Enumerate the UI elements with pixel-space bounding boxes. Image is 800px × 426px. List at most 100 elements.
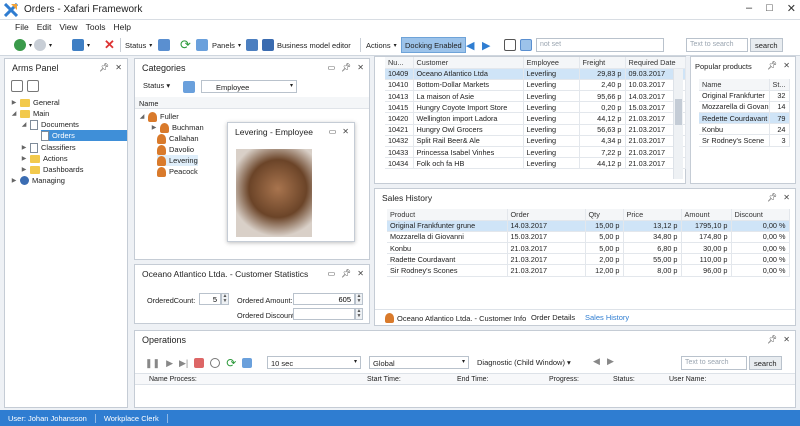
copy-button[interactable] xyxy=(504,37,516,53)
table-row[interactable]: Konbu 21.03.2017 5,00 p 6,80 p 30,00 p 0,00 % xyxy=(387,242,790,255)
window-icon[interactable]: ▭ xyxy=(328,63,336,72)
tab-customer-info[interactable]: Oceano Atlantico Ltda. - Customer Info xyxy=(385,313,526,323)
stop-icon[interactable] xyxy=(194,358,205,368)
next-button[interactable]: ▶ xyxy=(607,356,614,367)
window-icon[interactable]: ▭ xyxy=(329,127,337,136)
close-icon[interactable]: ✕ xyxy=(783,193,790,202)
layout-button[interactable] xyxy=(246,37,258,53)
pin-icon[interactable]: 📌︎ xyxy=(767,61,777,70)
pause-icon[interactable]: ❚❚ xyxy=(145,358,160,369)
column-header[interactable]: Price xyxy=(623,209,682,221)
column-header[interactable]: Discount xyxy=(731,209,790,221)
window-icon[interactable]: ▭ xyxy=(328,269,336,278)
table-row[interactable]: Sir Rodney's Scones 21.03.2017 12,00 p 8,00… xyxy=(387,264,790,277)
new-window-icon[interactable] xyxy=(183,81,195,93)
menu-help[interactable]: Help xyxy=(113,22,130,32)
tab-order-details[interactable]: Order Details xyxy=(531,313,575,322)
column-header[interactable]: User Name: xyxy=(669,376,706,383)
operations-search-button[interactable]: search xyxy=(749,356,782,370)
pin-icon[interactable]: 📌︎ xyxy=(767,193,777,202)
column-header[interactable]: Name Process: xyxy=(149,376,197,383)
column-header[interactable]: Required Date xyxy=(625,57,686,69)
table-row[interactable]: Original Frankfunter grune 14.03.2017 15,0… xyxy=(387,220,790,232)
menu-file[interactable]: File xyxy=(15,22,29,32)
column-header[interactable]: Start Time: xyxy=(367,376,401,383)
forward-button[interactable]: ▾ xyxy=(34,37,52,53)
minimize-button[interactable]: – xyxy=(746,2,752,15)
column-header[interactable]: Amount xyxy=(681,209,732,221)
table-row[interactable]: 10433 Princessa Isabel Vinhes Leverling 7,2… xyxy=(385,146,686,159)
table-row[interactable]: 10413 La maison of Asie Leverling 95,66 p 14… xyxy=(385,90,686,103)
prev-button[interactable]: ◀ xyxy=(466,37,474,53)
table-row[interactable]: 10415 Hungry Coyote Import Store Leverling… xyxy=(385,101,686,114)
tree-item-employee-selected[interactable]: Levering xyxy=(157,155,198,166)
column-header[interactable]: Order xyxy=(507,209,586,221)
tree-item-managing[interactable]: ▶ Managing xyxy=(11,175,65,186)
column-header[interactable]: St... xyxy=(769,79,790,91)
table-row[interactable]: 10410 Bottom-Dollar Markets Leverling 2,40 … xyxy=(385,79,686,92)
close-icon[interactable]: ✕ xyxy=(357,269,364,278)
panels-dropdown[interactable]: Panels ▾ xyxy=(212,37,241,53)
tree-item-actions[interactable]: ▶ Actions xyxy=(21,153,68,164)
save-button[interactable]: ▾ xyxy=(72,37,90,53)
business-model-editor-button[interactable]: Business model editor xyxy=(262,37,351,53)
pin-icon[interactable]: 📌︎ xyxy=(767,335,777,344)
toolbar-search-button[interactable]: search xyxy=(750,37,783,53)
step-icon[interactable]: ▶| xyxy=(179,358,188,369)
close-icon[interactable]: ✕ xyxy=(115,63,122,72)
diagnostic-dropdown[interactable]: Diagnostic (Child Window) ▾ xyxy=(477,358,571,367)
tree-item-documents[interactable]: ◢ Documents xyxy=(21,119,79,130)
play-icon[interactable]: ▶ xyxy=(166,358,173,369)
ordered-count-spinner[interactable]: ▲ ▼ xyxy=(221,293,229,305)
tree-item-employee[interactable]: Callahan xyxy=(157,133,199,144)
table-row[interactable]: Mozzarella di Govani 14 xyxy=(699,101,790,114)
menu-view[interactable]: View xyxy=(59,22,77,32)
close-window-button[interactable]: ✕ xyxy=(787,2,796,15)
tree-item-dashboards[interactable]: ▶ Dashboards xyxy=(21,164,84,175)
prev-button[interactable]: ◀ xyxy=(593,356,600,367)
column-header[interactable]: Product xyxy=(387,209,508,221)
column-header[interactable]: Nu... xyxy=(385,57,414,69)
menu-tools[interactable]: Tools xyxy=(86,22,106,32)
new-window-icon[interactable] xyxy=(242,358,253,368)
column-header[interactable]: Qty xyxy=(585,209,624,221)
table-row[interactable]: 10421 Hungry Owl Grocers Leverling 56,63 p2… xyxy=(385,124,686,136)
tree-item-employee[interactable]: ▶ Buchman xyxy=(151,122,204,133)
pin-icon[interactable]: 📌︎ xyxy=(99,63,109,72)
categories-column-header[interactable]: Name xyxy=(135,97,369,109)
new-window-button[interactable] xyxy=(196,37,208,53)
refresh-icon[interactable]: ⟳ xyxy=(226,356,236,370)
clock-icon[interactable] xyxy=(210,358,221,368)
menu-edit[interactable]: Edit xyxy=(37,22,52,32)
column-header[interactable]: Employee xyxy=(523,57,580,69)
delete-button[interactable]: ✕ xyxy=(104,37,115,53)
operations-search-input[interactable]: Text to search xyxy=(681,356,747,370)
ordered-amount-field[interactable] xyxy=(293,293,355,305)
tree-item-main[interactable]: ◢ Main xyxy=(11,108,50,119)
ordered-discount-spinner[interactable]: ▲ ▼ xyxy=(355,308,363,320)
close-icon[interactable]: ✕ xyxy=(342,127,349,136)
column-header[interactable]: Customer xyxy=(413,57,524,69)
table-row[interactable]: 10409 Oceano Atlantico Ltda Leverling 29,83… xyxy=(385,68,686,80)
ordered-amount-spinner[interactable]: ▲ ▼ xyxy=(355,293,363,305)
refresh-button[interactable]: ⟳ xyxy=(180,37,191,53)
table-row[interactable]: Radette Courdavant 21.03.2017 2,00 p 55,00 … xyxy=(387,253,790,266)
category-type-select[interactable]: Employee ▾ xyxy=(201,80,297,93)
close-icon[interactable]: ✕ xyxy=(783,61,790,70)
pin-icon[interactable]: 📌︎ xyxy=(341,269,351,278)
tree-item-general[interactable]: ▶ General xyxy=(11,97,60,108)
tree-item-employee[interactable]: Davolio xyxy=(157,144,194,155)
table-row[interactable]: Original Frankfurter 32 xyxy=(699,90,790,102)
collapse-all-icon[interactable] xyxy=(27,80,39,92)
calendar-button[interactable] xyxy=(158,37,170,53)
actions-dropdown[interactable]: Actions ▾ xyxy=(366,37,397,53)
list-view-button[interactable] xyxy=(520,37,532,53)
ordered-discount-field[interactable] xyxy=(293,308,355,320)
categories-status-dropdown[interactable]: Status ▾ xyxy=(143,81,170,90)
tree-item-fuller[interactable]: ◢ Fuller xyxy=(139,111,179,122)
orders-scrollbar[interactable] xyxy=(673,69,683,179)
table-row[interactable]: 10434 Folk och fa HB Leverling 44,12 p 21.03… xyxy=(385,157,686,170)
toolbar-search-input[interactable]: Text to search xyxy=(686,37,748,53)
status-dropdown[interactable]: Status ▾ xyxy=(125,37,152,53)
table-row[interactable]: Konbu 24 xyxy=(699,123,790,136)
